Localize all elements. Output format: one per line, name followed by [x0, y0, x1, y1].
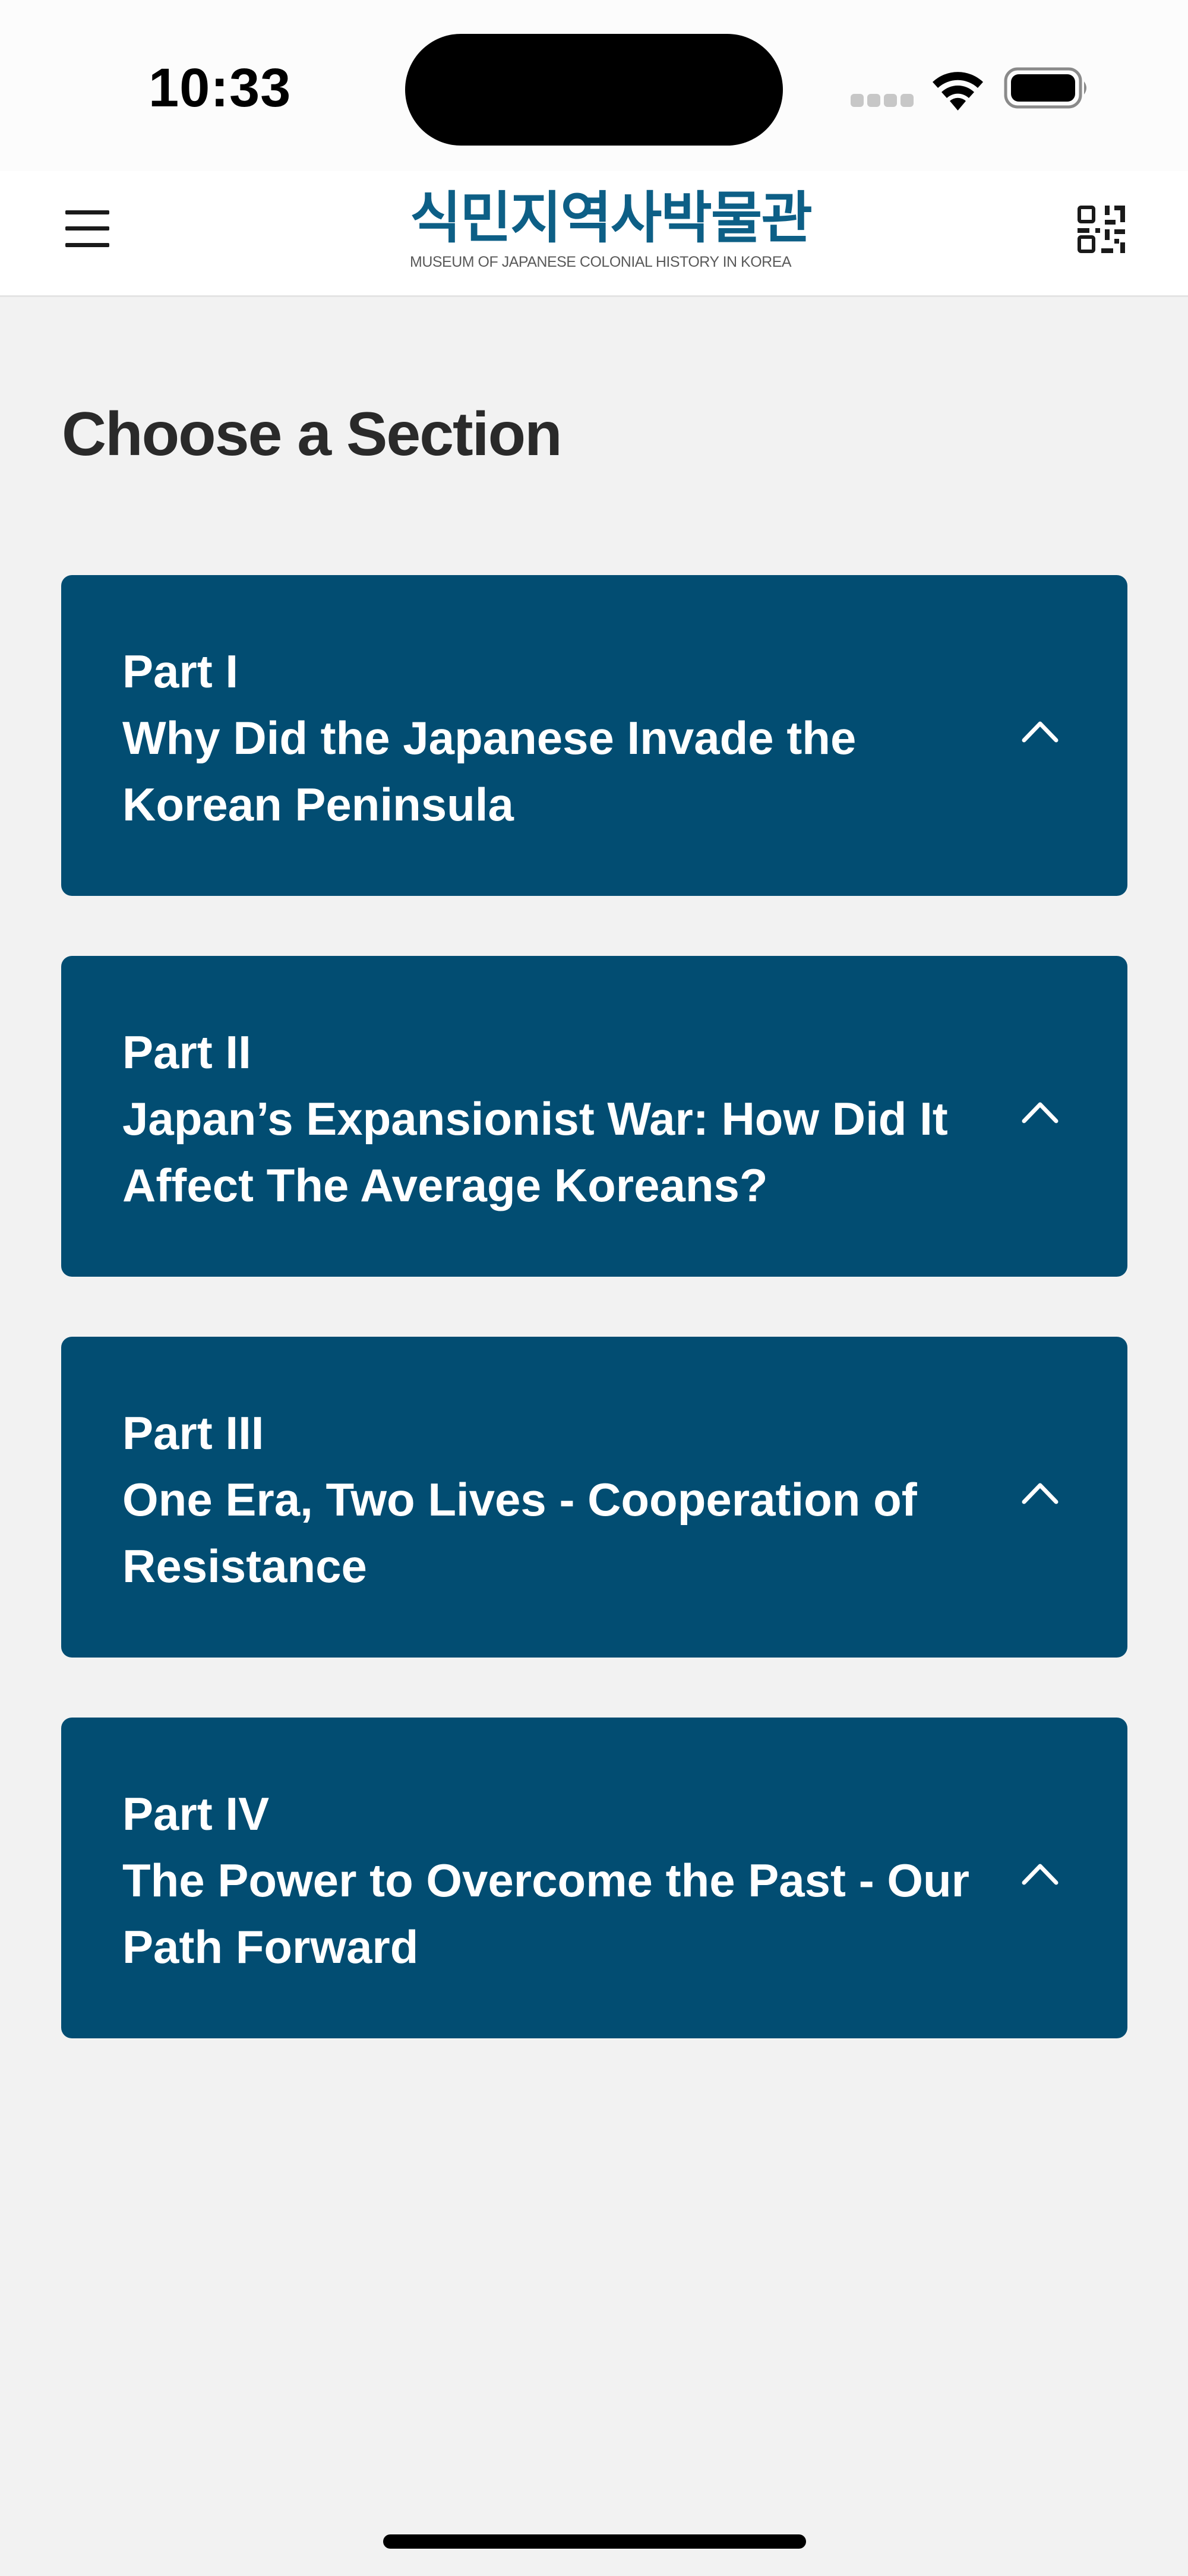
section-title: One Era, Two Lives - Cooperation of Resi… — [122, 1473, 917, 1592]
section-part-label: Part I — [122, 645, 239, 697]
section-part-label: Part II — [122, 1026, 251, 1078]
section-text: Part III One Era, Two Lives - Cooperatio… — [122, 1400, 1001, 1599]
app-screen: 10:33 식민지역사박물관 MUSEUM OF JAPANESE COLONI… — [0, 0, 1188, 2576]
home-indicator[interactable] — [383, 2534, 806, 2549]
signal-icon — [851, 94, 914, 108]
chevron-up-icon[interactable] — [1022, 1480, 1059, 1504]
section-part-label: Part III — [122, 1407, 264, 1459]
section-card-part-4[interactable]: Part IV The Power to Overcome the Past -… — [61, 1718, 1127, 2038]
app-header: 식민지역사박물관 MUSEUM OF JAPANESE COLONIAL HIS… — [0, 171, 1188, 297]
menu-icon[interactable] — [65, 210, 109, 247]
battery-icon — [1004, 67, 1086, 109]
wifi-icon — [933, 72, 983, 111]
chevron-up-icon[interactable] — [1022, 1100, 1059, 1123]
section-card-part-3[interactable]: Part III One Era, Two Lives - Cooperatio… — [61, 1337, 1127, 1658]
section-card-part-1[interactable]: Part I Why Did the Japanese Invade the K… — [61, 575, 1127, 896]
dynamic-island — [405, 34, 783, 146]
section-text: Part II Japan’s Expansionist War: How Di… — [122, 1019, 1001, 1218]
section-text: Part IV The Power to Overcome the Past -… — [122, 1781, 1001, 1980]
section-title: Why Did the Japanese Invade the Korean P… — [122, 712, 857, 831]
logo-korean-text: 식민지역사박물관 — [410, 186, 813, 251]
chevron-up-icon[interactable] — [1022, 1861, 1059, 1885]
section-part-label: Part IV — [122, 1788, 270, 1840]
section-text: Part I Why Did the Japanese Invade the K… — [122, 638, 1001, 838]
section-card-part-2[interactable]: Part II Japan’s Expansionist War: How Di… — [61, 956, 1127, 1277]
chevron-up-icon[interactable] — [1022, 719, 1059, 743]
museum-logo[interactable]: 식민지역사박물관 MUSEUM OF JAPANESE COLONIAL HIS… — [410, 186, 813, 278]
logo-english-text: MUSEUM OF JAPANESE COLONIAL HISTORY IN K… — [410, 254, 792, 270]
status-time: 10:33 — [148, 58, 292, 118]
page-title: Choose a Section — [62, 400, 563, 469]
section-title: Japan’s Expansionist War: How Did It Aff… — [122, 1093, 948, 1211]
qr-code-icon[interactable] — [1078, 206, 1125, 253]
status-bar: 10:33 — [0, 0, 1188, 171]
section-title: The Power to Overcome the Past - Our Pat… — [122, 1854, 970, 1973]
